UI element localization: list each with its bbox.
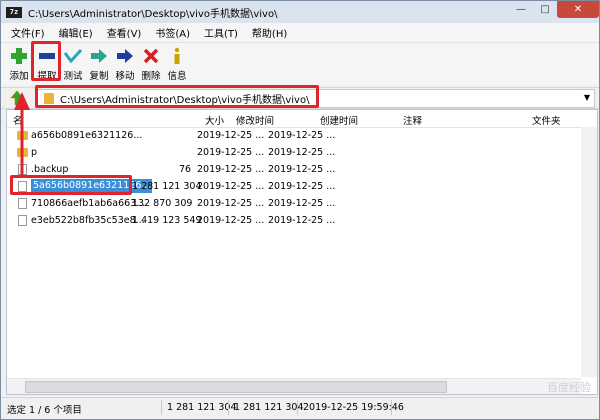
arrow-up-head <box>14 92 30 110</box>
annotation-arrows <box>14 92 30 178</box>
